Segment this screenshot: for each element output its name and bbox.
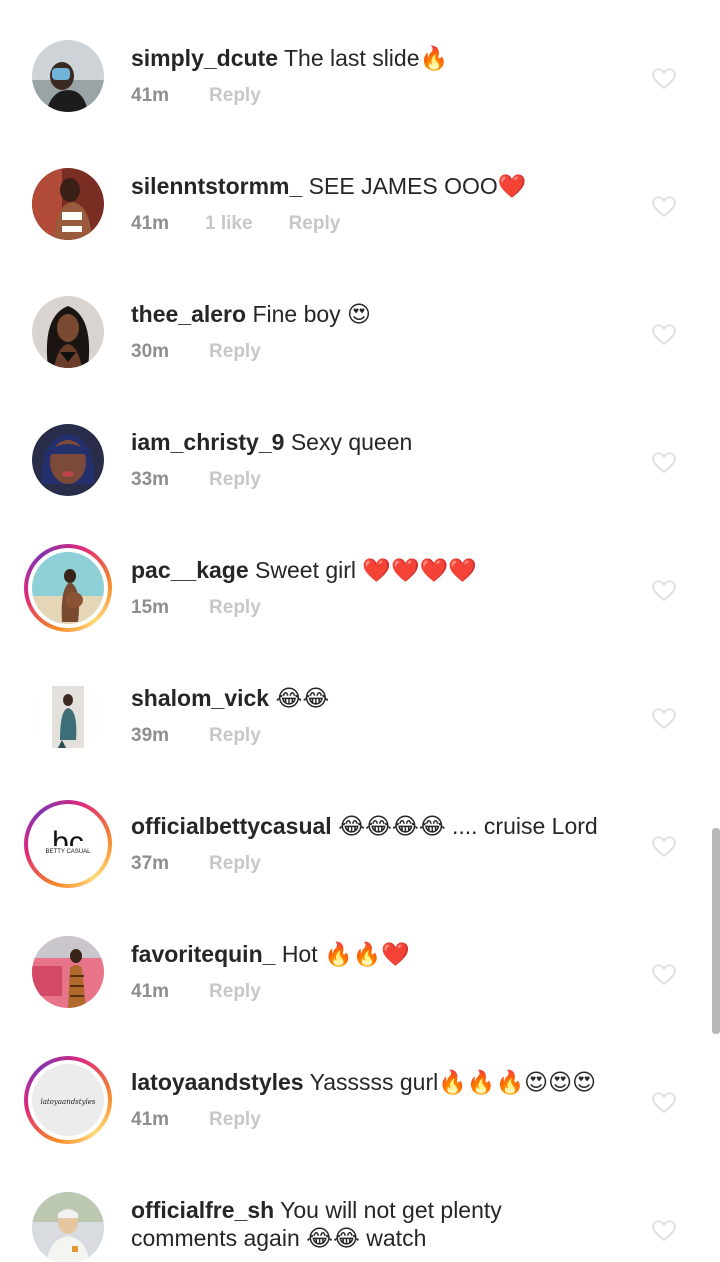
comment-time: 33m: [131, 469, 170, 490]
avatar: [32, 552, 104, 624]
avatar[interactable]: [32, 40, 104, 112]
avatar[interactable]: [32, 168, 104, 240]
comment-meta: 33m Reply: [131, 469, 261, 491]
comment-item: thee_alero Fine boy 😍 30m Reply: [0, 292, 720, 420]
reply-button[interactable]: Reply: [209, 853, 261, 875]
like-heart-icon[interactable]: [652, 708, 676, 730]
comment-text: SEE JAMES OOO❤️: [308, 173, 527, 199]
comment-time: 15m: [131, 597, 170, 618]
comment-text: Sweet girl ❤️❤️❤️❤️: [255, 557, 477, 583]
like-heart-icon[interactable]: [652, 1220, 676, 1242]
like-count[interactable]: 1 like: [205, 213, 253, 235]
comment-username[interactable]: pac__kage: [131, 557, 249, 583]
comment-item: bc BETTY CASUAL officialbettycasual 😂😂😂😂…: [0, 800, 720, 932]
reply-button[interactable]: Reply: [209, 981, 261, 1003]
comment-item: shalom_vick 😂😂 39m Reply: [0, 676, 720, 804]
comment-item: pac__kage Sweet girl ❤️❤️❤️❤️ 15m Reply: [0, 544, 720, 676]
comment-item: favoritequin_ Hot 🔥🔥❤️ 41m Reply: [0, 932, 720, 1060]
avatar[interactable]: [32, 936, 104, 1008]
comment-time: 41m: [131, 85, 170, 106]
reply-button[interactable]: Reply: [289, 213, 341, 235]
comment-item: officialfre_sh You will not get plenty c…: [0, 1188, 720, 1262]
like-heart-icon[interactable]: [652, 1092, 676, 1114]
brand-logo: latoyaandstyles: [32, 1064, 104, 1136]
like-heart-icon[interactable]: [652, 836, 676, 858]
avatar-story-ring[interactable]: [24, 544, 112, 632]
avatar[interactable]: [32, 1192, 104, 1262]
like-heart-icon[interactable]: [652, 68, 676, 90]
comment-username[interactable]: favoritequin_: [131, 941, 275, 967]
comment-meta: 37m Reply: [131, 853, 261, 875]
avatar-story-ring[interactable]: bc BETTY CASUAL: [24, 800, 112, 888]
comment-username[interactable]: silenntstormm_: [131, 173, 302, 199]
comment-text: Yasssss gurl🔥🔥🔥😍😍😍: [309, 1069, 597, 1095]
scrollbar-thumb[interactable]: [712, 828, 720, 1034]
comment-text: 😂😂😂😂 .... cruise Lord: [338, 813, 598, 839]
comment-username[interactable]: latoyaandstyles: [131, 1069, 304, 1095]
logo-wordmark: latoyaandstyles: [40, 1098, 95, 1106]
like-heart-icon[interactable]: [652, 452, 676, 474]
comment-time: 41m: [131, 213, 170, 234]
logo-wordmark: BETTY CASUAL: [46, 849, 92, 855]
comment-time: 39m: [131, 725, 170, 746]
avatar-story-ring[interactable]: latoyaandstyles: [24, 1056, 112, 1144]
like-heart-icon[interactable]: [652, 324, 676, 346]
comment-meta: 15m Reply: [131, 597, 261, 619]
comment-time: 37m: [131, 853, 170, 874]
comment-time: 30m: [131, 341, 170, 362]
reply-button[interactable]: Reply: [209, 1109, 261, 1131]
comment-text: Sexy queen: [290, 429, 413, 455]
brand-logo: bc BETTY CASUAL: [32, 808, 104, 880]
avatar[interactable]: [32, 296, 104, 368]
comment-text: 😂😂: [275, 685, 330, 711]
comment-item: silenntstormm_ SEE JAMES OOO❤️ 41m 1 like…: [0, 164, 720, 292]
comment-username[interactable]: thee_alero: [131, 301, 246, 327]
comment-username[interactable]: officialfre_sh: [131, 1197, 274, 1223]
avatar[interactable]: [32, 424, 104, 496]
comment-item: latoyaandstyles latoyaandstyles Yasssss …: [0, 1056, 720, 1188]
comment-username[interactable]: iam_christy_9: [131, 429, 284, 455]
like-heart-icon[interactable]: [652, 580, 676, 602]
comment-meta: 30m Reply: [131, 341, 261, 363]
reply-button[interactable]: Reply: [209, 85, 261, 107]
comment-meta: 41m Reply: [131, 1109, 261, 1131]
comment-text: Fine boy 😍: [252, 301, 372, 327]
reply-button[interactable]: Reply: [209, 725, 261, 747]
comment-meta: 41m 1 like Reply: [131, 213, 340, 235]
comment-username[interactable]: simply_dcute: [131, 45, 278, 71]
comment-time: 41m: [131, 1109, 170, 1130]
reply-button[interactable]: Reply: [209, 597, 261, 619]
comment-text: Hot 🔥🔥❤️: [281, 941, 410, 967]
reply-button[interactable]: Reply: [209, 341, 261, 363]
comment-meta: 41m Reply: [131, 981, 261, 1003]
comment-meta: 39m Reply: [131, 725, 261, 747]
comment-meta: 41m Reply: [131, 85, 261, 107]
comment-item: iam_christy_9 Sexy queen 33m Reply: [0, 420, 720, 548]
avatar[interactable]: [32, 680, 104, 752]
comment-item: simply_dcute The last slide🔥 41m Reply: [0, 36, 720, 164]
reply-button[interactable]: Reply: [209, 469, 261, 491]
comment-username[interactable]: shalom_vick: [131, 685, 269, 711]
comment-text: The last slide🔥: [283, 45, 449, 71]
comment-time: 41m: [131, 981, 170, 1002]
like-heart-icon[interactable]: [652, 196, 676, 218]
comment-username[interactable]: officialbettycasual: [131, 813, 332, 839]
like-heart-icon[interactable]: [652, 964, 676, 986]
